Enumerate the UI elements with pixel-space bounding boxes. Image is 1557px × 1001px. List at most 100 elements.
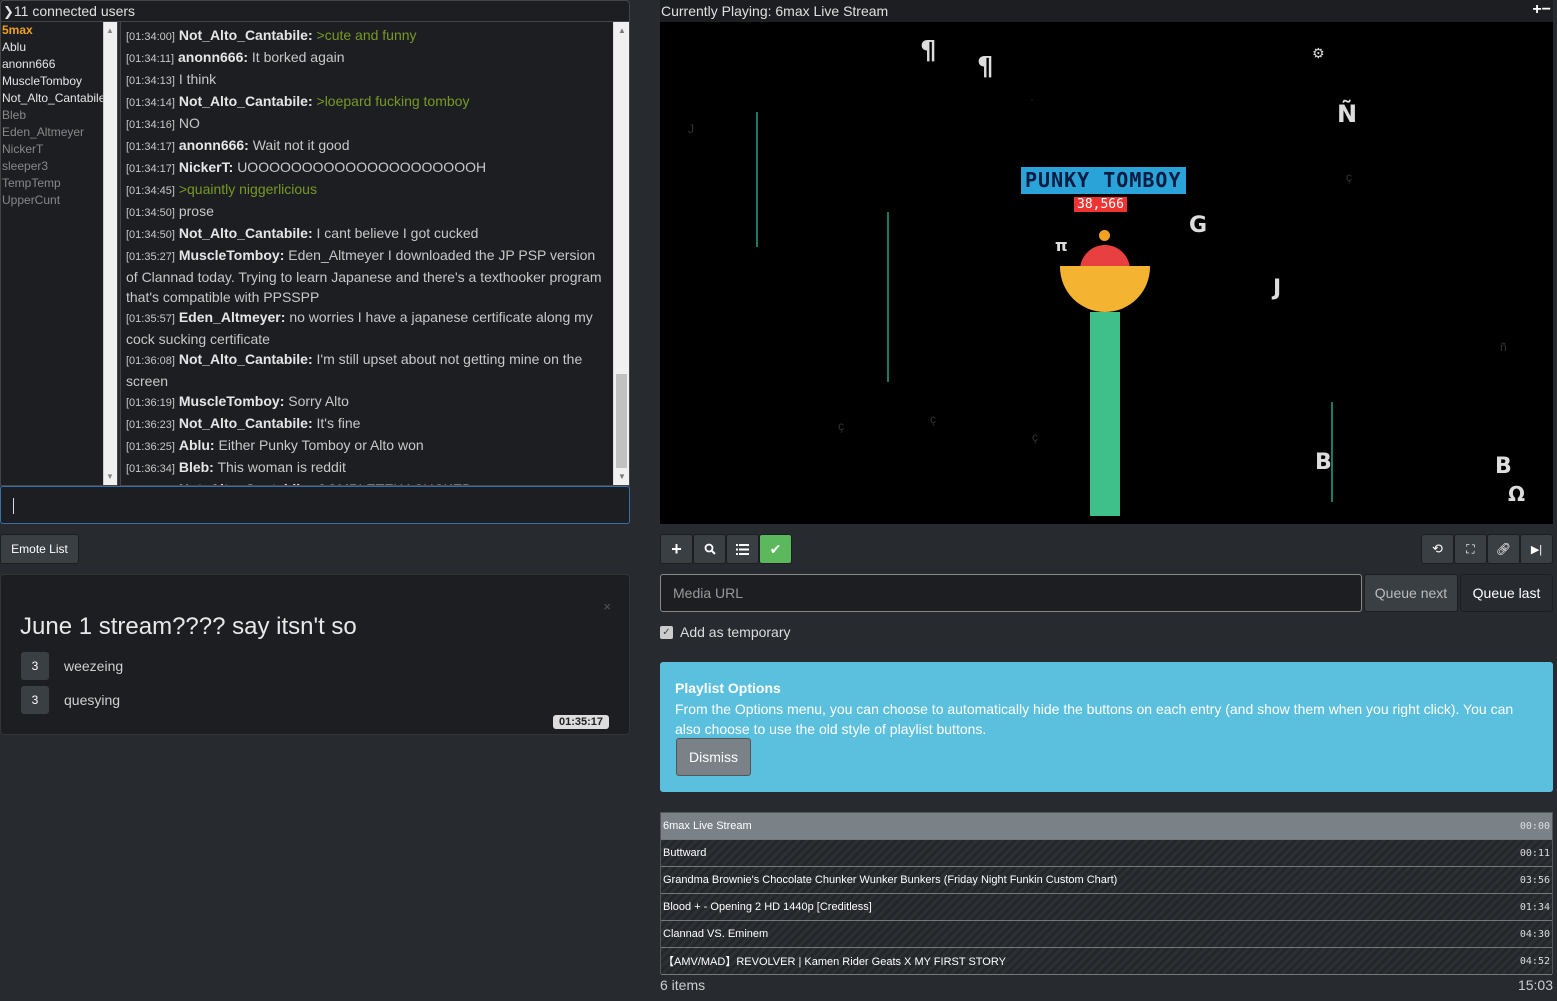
media-url-input[interactable]: Media URL [660, 574, 1362, 612]
message-username[interactable]: Eden_Altmeyer: [179, 309, 286, 325]
message-timestamp: [01:36:34] [126, 463, 175, 475]
dismiss-button[interactable]: Dismiss [676, 738, 751, 776]
poll-option[interactable]: 3 weezeing [21, 652, 123, 680]
playlist-item[interactable]: Buttward 00:11 [661, 840, 1552, 867]
message-username[interactable]: NickerT: [179, 159, 233, 175]
user-list-item[interactable]: UpperCunt [1, 192, 117, 209]
user-list-item[interactable]: Not_Alto_Cantabile [1, 90, 117, 107]
rain-streak [887, 212, 889, 382]
voteskip-button[interactable]: ✔ [759, 534, 792, 564]
message-timestamp: [01:34:17] [126, 141, 175, 153]
user-list-item[interactable]: MuscleTomboy [1, 73, 117, 90]
chat-message: [01:34:50] Not_Alto_Cantabile: I cant be… [121, 223, 629, 245]
retweet-button[interactable]: ⟲ [1421, 534, 1454, 564]
message-username[interactable]: Not_Alto_Cantabile: [179, 415, 313, 431]
user-list-item[interactable]: NickerT [1, 141, 117, 158]
score-counter: 38,566 [1074, 197, 1127, 212]
scroll-up-icon[interactable]: ▲ [618, 26, 626, 35]
faint-glyph: · [1030, 92, 1034, 106]
chat-message: [01:36:19] MuscleTomboy: Sorry Alto [121, 391, 629, 413]
playlist-item[interactable]: Blood + - Opening 2 HD 1440p [Creditless… [661, 894, 1552, 921]
userlist-scrollbar[interactable]: ▲ ▼ [103, 22, 117, 485]
falling-glyph: Ñ [1337, 100, 1358, 128]
chat-message: [01:34:11] anonn666: It borked again [121, 47, 629, 69]
skip-icon: ▶| [1530, 543, 1543, 556]
user-list-item[interactable]: anonn666 [1, 56, 117, 73]
message-timestamp: [01:34:50] [126, 229, 175, 241]
chat-message: [01:34:50] prose [121, 201, 629, 223]
user-list-item[interactable]: sleeper3 [1, 158, 117, 175]
message-text: Wait not it good [252, 137, 350, 153]
video-header: Currently Playing: 6max Live Stream +− [660, 0, 1553, 22]
search-button[interactable] [693, 534, 726, 564]
add-media-button[interactable]: + [660, 534, 693, 564]
user-list-item[interactable]: Ablu [1, 39, 117, 56]
faint-glyph: ç [930, 412, 936, 426]
user-list-item[interactable]: Eden_Altmeyer [1, 124, 117, 141]
chat-scrollbar[interactable]: ▲ ▼ [613, 22, 629, 485]
message-username[interactable]: MuscleTomboy: [179, 393, 285, 409]
message-timestamp: [01:35:57] [126, 313, 175, 325]
playlist-item[interactable]: Clannad VS. Eminem 04:30 [661, 921, 1552, 948]
playlist-item[interactable]: 【AMV/MAD】REVOLVER | Kamen Rider Geats X … [661, 948, 1552, 975]
close-icon[interactable]: × [603, 599, 611, 614]
chat-message: [01:34:45] >quaintly niggerlicious [121, 179, 629, 201]
search-icon [704, 543, 716, 555]
falling-glyph: B [1315, 450, 1332, 475]
scroll-down-icon[interactable]: ▼ [618, 472, 626, 481]
falling-glyph: ¶ [920, 36, 937, 66]
userlist-toggle[interactable]: ❯11 connected users [0, 0, 630, 22]
message-username[interactable]: Not_Alto_Cantabile: [179, 93, 313, 109]
scrollbar-thumb[interactable] [616, 374, 627, 468]
message-username[interactable]: MuscleTomboy: [179, 247, 285, 263]
connected-users-count: 11 connected users [13, 3, 136, 19]
scroll-up-icon[interactable]: ▲ [106, 26, 114, 35]
playlist-item[interactable]: 6max Live Stream 00:00 [661, 813, 1552, 840]
message-username[interactable]: Ablu: [179, 437, 215, 453]
message-username[interactable]: Not_Alto_Cantabile: [179, 351, 313, 367]
resize-controls-icon[interactable]: +− [1532, 0, 1551, 21]
queue-next-button[interactable]: Queue next [1364, 574, 1458, 612]
add-temporary-label: Add as temporary [680, 624, 791, 640]
message-username[interactable]: Not_Alto_Cantabile: [179, 27, 313, 43]
plus-icon: + [671, 538, 682, 559]
queue-last-button[interactable]: Queue last [1460, 574, 1553, 612]
chat-messages: [01:34:00] Not_Alto_Cantabile: >cute and… [120, 22, 630, 486]
add-temporary-checkbox[interactable]: ✓ [660, 625, 673, 639]
fullscreen-button[interactable]: ⛶ [1454, 534, 1487, 564]
faint-glyph: ñ [1500, 340, 1507, 354]
falling-glyph: π [1055, 236, 1068, 255]
punky-tomboy-sign: PUNKY TOMBOY [1021, 167, 1186, 194]
user-list-item[interactable]: Bleb [1, 107, 117, 124]
link-button[interactable]: 🔗︎ [1487, 534, 1520, 564]
poll-vote-count[interactable]: 3 [21, 686, 49, 714]
message-username[interactable]: Bleb: [179, 459, 214, 475]
video-player[interactable]: ¶ ¶ Ñ G J π B B Ω ⚙ J · ç ç ç ñ ç PUNKY … [660, 22, 1553, 524]
message-username[interactable]: Not_Alto_Cantabile: [179, 225, 313, 241]
user-list-item[interactable]: 5max [1, 22, 117, 39]
poll-vote-count[interactable]: 3 [21, 652, 49, 680]
playlist-item-title: Blood + - Opening 2 HD 1440p [Creditless… [663, 901, 872, 913]
playlist-item-duration: 01:34 [1519, 901, 1550, 913]
message-timestamp: [01:36:25] [126, 441, 175, 453]
message-text: This woman is reddit [217, 459, 346, 475]
message-text: prose [178, 203, 214, 219]
alert-heading: Playlist Options [675, 680, 781, 696]
emote-list-button[interactable]: Emote List [0, 534, 79, 564]
list-icon [736, 543, 749, 555]
message-username[interactable]: anonn666: [178, 49, 248, 65]
user-list-item[interactable]: TempTemp [1, 175, 117, 192]
message-timestamp: [01:34:13] [126, 75, 175, 87]
message-username[interactable]: anonn666: [179, 137, 249, 153]
chat-input[interactable] [0, 486, 630, 524]
chat-message: [01:36:23] Not_Alto_Cantabile: It's fine [121, 413, 629, 435]
chat-message: [01:34:17] NickerT: UOOOOOOOOOOOOOOOOOOO… [121, 157, 629, 179]
alert-body: From the Options menu, you can choose to… [675, 701, 1514, 737]
chat-message: [01:34:00] Not_Alto_Cantabile: >cute and… [121, 25, 629, 47]
skip-button[interactable]: ▶| [1520, 534, 1553, 564]
playlist-button[interactable] [726, 534, 759, 564]
scroll-down-icon[interactable]: ▼ [106, 472, 114, 481]
playlist-item[interactable]: Grandma Brownie's Chocolate Chunker Wunk… [661, 867, 1552, 894]
message-timestamp: [01:34:16] [126, 119, 175, 131]
poll-option[interactable]: 3 quesying [21, 686, 120, 714]
